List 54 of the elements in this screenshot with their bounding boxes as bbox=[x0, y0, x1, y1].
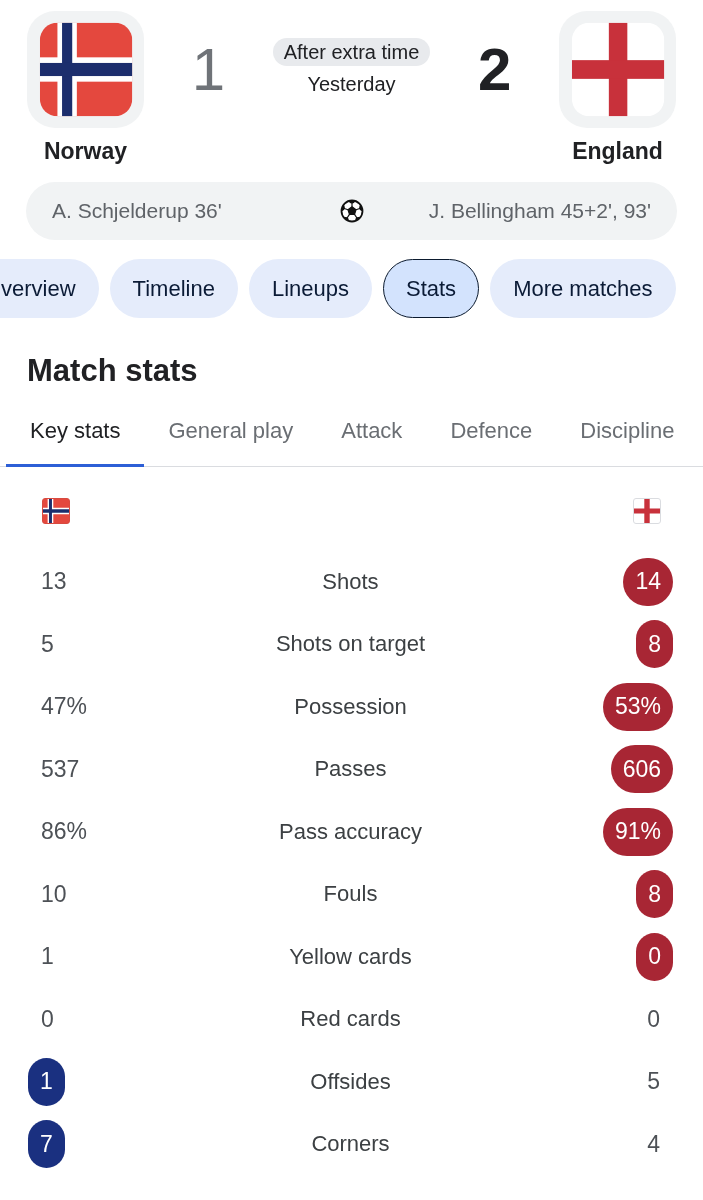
stat-value: 0 bbox=[41, 1005, 54, 1033]
stat-value: 47% bbox=[41, 693, 88, 721]
stat-value: 8 bbox=[636, 870, 673, 919]
stat-label: Passes bbox=[314, 756, 387, 783]
stat-value: 53% bbox=[602, 682, 673, 731]
match-date: Yesterday bbox=[307, 73, 396, 95]
category-tab[interactable]: Attack bbox=[317, 400, 427, 467]
flag-icon bbox=[42, 497, 70, 524]
stat-value: 5 bbox=[41, 630, 54, 658]
stat-label: Pass accuracy bbox=[278, 818, 423, 845]
stat-value: 8 bbox=[636, 620, 673, 669]
stat-value: 0 bbox=[636, 932, 673, 981]
stat-value: 10 bbox=[41, 880, 67, 908]
nav-tab[interactable]: verview bbox=[0, 259, 99, 318]
stat-label: Red cards bbox=[300, 1006, 401, 1033]
category-tab[interactable]: General play bbox=[144, 400, 318, 467]
stat-label: Offsides bbox=[310, 1068, 391, 1095]
stat-value: 606 bbox=[610, 745, 673, 794]
stat-label: Corners bbox=[311, 1131, 390, 1158]
nav-tab[interactable]: Stats bbox=[383, 259, 480, 318]
team-name: England bbox=[572, 137, 663, 165]
nav-tab[interactable]: Lineups bbox=[248, 259, 372, 318]
stat-value: 14 bbox=[623, 557, 673, 606]
stat-value: 1 bbox=[41, 943, 54, 971]
flag-icon bbox=[27, 11, 144, 128]
stat-value: 7 bbox=[28, 1120, 65, 1169]
stat-label: Yellow cards bbox=[289, 943, 412, 970]
stat-label: Shots on target bbox=[275, 631, 426, 658]
category-tab[interactable]: Discipline bbox=[556, 400, 699, 467]
team-score: 1 bbox=[191, 37, 226, 102]
stat-value: 4 bbox=[647, 1130, 660, 1158]
section-title: Match stats bbox=[27, 352, 198, 389]
stat-value: 537 bbox=[41, 755, 80, 783]
stat-label: Shots bbox=[322, 568, 379, 595]
stat-value: 0 bbox=[647, 1005, 660, 1033]
nav-tab[interactable]: Timeline bbox=[109, 259, 238, 318]
team-name: Norway bbox=[43, 137, 128, 165]
category-tab[interactable]: Key stats bbox=[6, 400, 145, 467]
soccer-ball-icon bbox=[339, 199, 364, 223]
stat-value: 5 bbox=[647, 1068, 660, 1096]
stat-label: Possession bbox=[294, 693, 407, 720]
flag-icon bbox=[633, 497, 661, 524]
team-score: 2 bbox=[477, 37, 512, 102]
stat-value: 86% bbox=[41, 818, 88, 846]
nav-tab[interactable]: More matches bbox=[490, 259, 676, 318]
stat-value: 13 bbox=[41, 568, 67, 596]
status-badge: After extra time bbox=[272, 38, 431, 66]
stat-value: 1 bbox=[28, 1057, 65, 1106]
stat-label: Fouls bbox=[323, 881, 378, 908]
scorer-text: A. Schjelderup 36' bbox=[52, 199, 222, 223]
stat-value: 91% bbox=[602, 807, 673, 856]
flag-icon bbox=[559, 11, 676, 128]
scorer-text: J. Bellingham 45+2', 93' bbox=[428, 199, 651, 223]
category-tab[interactable]: Defence bbox=[426, 400, 557, 467]
